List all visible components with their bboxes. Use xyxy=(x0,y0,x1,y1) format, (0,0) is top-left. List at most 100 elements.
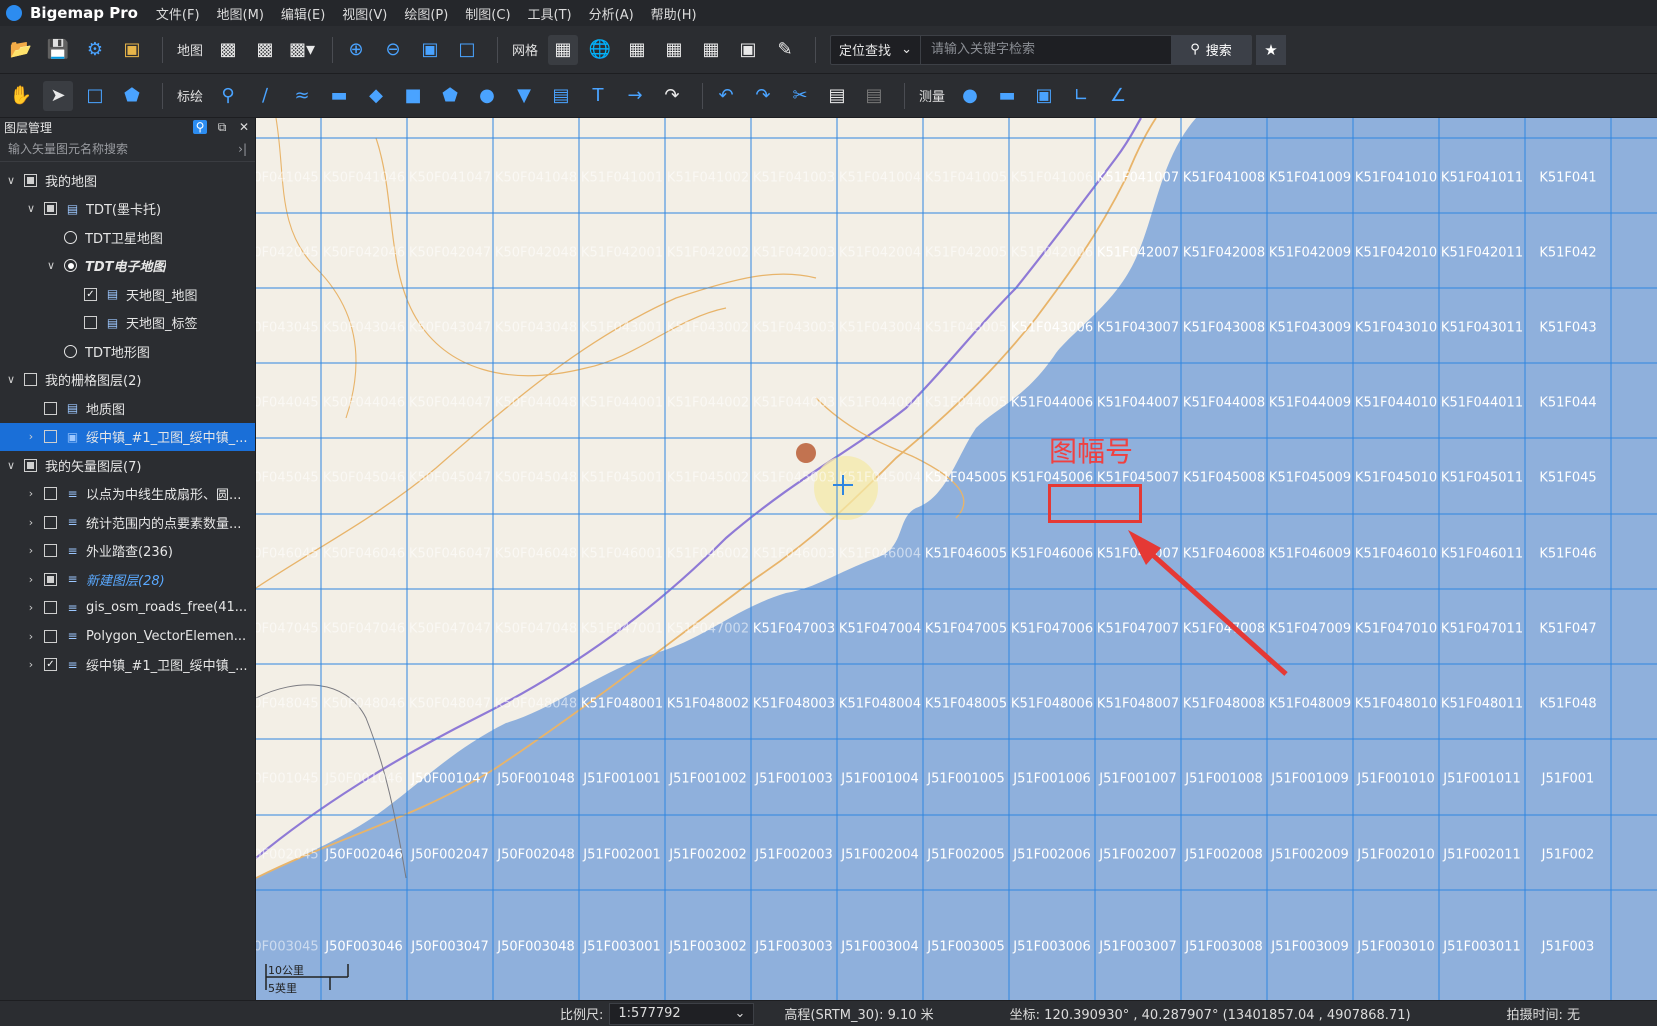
search-icon[interactable]: ⚲ xyxy=(193,120,207,134)
menu-tools[interactable]: 工具(T) xyxy=(528,4,572,23)
attribute-table-icon[interactable]: ▤ xyxy=(822,81,852,111)
road-map-icon[interactable]: ▩ xyxy=(250,35,280,65)
km-grid-icon[interactable]: ▦ xyxy=(622,35,652,65)
layer-checkbox[interactable] xyxy=(44,515,57,529)
select-polygon-icon[interactable]: ⬟ xyxy=(117,81,147,111)
zoom-out-icon[interactable]: ⊖ xyxy=(378,35,408,65)
curve-arrow-icon[interactable]: ↷ xyxy=(657,81,687,111)
favorite-star-icon[interactable]: ★ xyxy=(1256,34,1287,65)
measure-angle-icon[interactable]: ∟ xyxy=(1066,81,1096,111)
layer-row[interactable]: ∨ TDT电子地图 xyxy=(0,252,255,281)
chevron-right-icon[interactable]: › xyxy=(24,601,38,614)
chevron-down-icon[interactable]: ∨ xyxy=(4,373,18,386)
list-icon[interactable]: ▤ xyxy=(859,81,889,111)
image-icon[interactable]: ▣ xyxy=(117,35,147,65)
chevron-right-icon[interactable]: › xyxy=(24,573,38,586)
measure-azimuth-icon[interactable]: ∠ xyxy=(1103,81,1133,111)
layer-checkbox[interactable] xyxy=(44,487,57,501)
save-icon[interactable]: 💾 xyxy=(43,35,73,65)
layer-row[interactable]: › ≡ 以点为中线生成扇形、圆... xyxy=(0,480,255,509)
layer-row[interactable]: ∨ ▤ TDT(墨卡托) xyxy=(0,195,255,224)
square-icon[interactable]: ■ xyxy=(398,81,428,111)
measure-distance-icon[interactable]: ▬ xyxy=(992,81,1022,111)
layer-checkbox[interactable] xyxy=(44,601,57,615)
chevron-down-icon[interactable]: ∨ xyxy=(24,202,38,215)
select-rect-icon[interactable]: □ xyxy=(80,81,110,111)
sector-icon[interactable]: ▼ xyxy=(509,81,539,111)
measure-point-icon[interactable]: ● xyxy=(955,81,985,111)
pan-hand-icon[interactable]: ✋ xyxy=(6,81,36,111)
layer-filter-input[interactable]: 输入矢量图元名称搜索 ›| xyxy=(0,136,255,162)
map-canvas[interactable]: 0F041045 K50F041046 K50F041047 K50F041048 K5… xyxy=(256,118,1657,1000)
text-icon[interactable]: T xyxy=(583,81,613,111)
layer-row[interactable]: ▤ 天地图_标签 xyxy=(0,309,255,338)
layer-row[interactable]: TDT地形图 xyxy=(0,337,255,366)
layer-row[interactable]: TDT卫星地图 xyxy=(0,223,255,252)
layer-checkbox[interactable]: ✓ xyxy=(44,658,57,672)
zoom-in-icon[interactable]: ⊕ xyxy=(341,35,371,65)
menu-help[interactable]: 帮助(H) xyxy=(651,4,697,23)
menu-file[interactable]: 文件(F) xyxy=(156,4,200,23)
search-type-dropdown[interactable]: 定位查找 ⌄ xyxy=(831,35,922,64)
layer-row[interactable]: ✓ ▤ 天地图_地图 xyxy=(0,280,255,309)
layer-row[interactable]: › ✓ ≡ 绥中镇_#1_卫图_绥中镇_... xyxy=(0,651,255,680)
menu-cartography[interactable]: 制图(C) xyxy=(465,4,510,23)
chevron-right-icon[interactable]: › xyxy=(24,430,38,443)
rectangle-icon[interactable]: ▬ xyxy=(324,81,354,111)
grid-icon[interactable]: ▦ xyxy=(548,34,579,65)
redo-icon[interactable]: ↷ xyxy=(748,81,778,111)
menu-map[interactable]: 地图(M) xyxy=(217,4,264,23)
circle-icon[interactable]: ● xyxy=(472,81,502,111)
polyline-icon[interactable]: ≈ xyxy=(287,81,317,111)
chevron-right-icon[interactable]: › xyxy=(24,544,38,557)
undo-icon[interactable]: ↶ xyxy=(711,81,741,111)
folder-grid-icon[interactable]: ▣ xyxy=(733,35,763,65)
globe-grid-icon[interactable]: 🌐 xyxy=(585,35,615,65)
search-button[interactable]: ⚲ 搜索 xyxy=(1171,34,1252,65)
layer-row[interactable]: › ▣ 绥中镇_#1_卫图_绥中镇_... xyxy=(0,422,255,451)
pentagon-icon[interactable]: ⬟ xyxy=(435,81,465,111)
satellite-map-icon[interactable]: ▩ xyxy=(213,35,243,65)
menu-view[interactable]: 视图(V) xyxy=(342,4,387,23)
chevron-right-icon[interactable]: › xyxy=(24,487,38,500)
scale-dropdown[interactable]: 1:577792 ⌄ xyxy=(609,1002,755,1025)
layer-checkbox[interactable] xyxy=(44,401,57,415)
open-folder-icon[interactable]: 📂 xyxy=(6,35,36,65)
close-icon[interactable]: ✕ xyxy=(237,120,251,134)
mgrs-grid-icon[interactable]: ▦ xyxy=(696,35,726,65)
layer-radio[interactable] xyxy=(64,230,77,244)
zoom-extent-icon[interactable]: ▣ xyxy=(415,35,445,65)
layer-row[interactable]: › ≡ 外业踏查(236) xyxy=(0,537,255,566)
layer-checkbox[interactable] xyxy=(84,316,97,330)
point-marker-icon[interactable]: ⚲ xyxy=(213,81,243,111)
layer-checkbox[interactable] xyxy=(24,373,37,387)
menu-analysis[interactable]: 分析(A) xyxy=(589,4,634,23)
layer-checkbox[interactable] xyxy=(24,458,37,472)
select-arrow-icon[interactable]: ➤ xyxy=(43,80,73,111)
measure-area-icon[interactable]: ▣ xyxy=(1029,81,1059,111)
layer-checkbox[interactable] xyxy=(44,629,57,643)
search-input[interactable] xyxy=(921,35,1172,64)
menu-edit[interactable]: 编辑(E) xyxy=(281,4,325,23)
layer-checkbox[interactable] xyxy=(24,173,37,187)
layer-checkbox[interactable] xyxy=(44,572,57,586)
ruler-draw-icon[interactable]: ▤ xyxy=(546,81,576,111)
layer-checkbox[interactable] xyxy=(44,544,57,558)
chevron-down-icon[interactable]: ∨ xyxy=(4,174,18,187)
layer-row[interactable]: ∨ 我的栅格图层(2) xyxy=(0,366,255,395)
float-window-icon[interactable]: ⧉ xyxy=(215,120,229,134)
menu-draw[interactable]: 绘图(P) xyxy=(404,4,448,23)
layer-radio[interactable] xyxy=(64,344,77,358)
layer-checkbox[interactable]: ✓ xyxy=(84,287,97,301)
collapse-right-icon[interactable]: ›| xyxy=(238,142,247,156)
chevron-right-icon[interactable]: › xyxy=(24,630,38,643)
chevron-down-icon[interactable]: ∨ xyxy=(4,459,18,472)
line-icon[interactable]: ∕ xyxy=(250,81,280,111)
settings-gear-icon[interactable]: ⚙ xyxy=(80,35,110,65)
layer-row[interactable]: › ≡ Polygon_VectorElemen... xyxy=(0,622,255,651)
layer-checkbox[interactable] xyxy=(44,430,57,444)
layer-row[interactable]: ∨ 我的矢量图层(7) xyxy=(0,451,255,480)
clear-brush-icon[interactable]: ✎ xyxy=(770,35,800,65)
layer-row[interactable]: ▤ 地质图 xyxy=(0,394,255,423)
layer-row[interactable]: › ≡ 统计范围内的点要素数量... xyxy=(0,508,255,537)
